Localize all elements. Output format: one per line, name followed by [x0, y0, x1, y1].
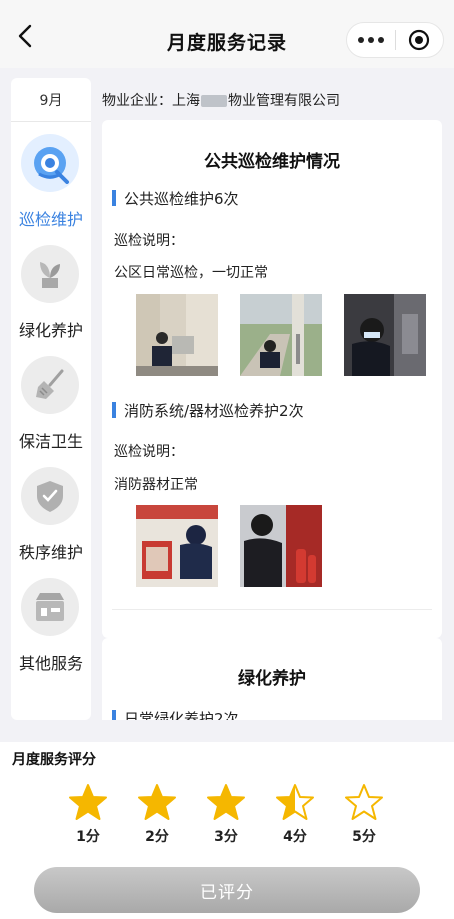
star-5-icon[interactable] [344, 782, 384, 822]
rating-title: 月度服务评分 [12, 752, 96, 768]
star-1-icon[interactable] [68, 782, 108, 822]
sidebar-item-label: 其他服务 [18, 654, 83, 673]
section-heading: 日常绿化养护2次 [112, 708, 239, 720]
store-icon [21, 578, 79, 636]
note-text: 公区日常巡检，一切正常 [114, 265, 268, 281]
redacted-text [201, 95, 227, 107]
sidebar-item-other[interactable]: 其他服务 [11, 578, 91, 688]
star-label: 1分 [76, 829, 100, 845]
sidebar-item-label: 秩序维护 [18, 543, 83, 562]
rated-button[interactable]: 已评分 [34, 867, 420, 913]
fire-equipment-photo[interactable] [240, 505, 322, 587]
section-heading: 消防系统/器材巡检养护2次 [112, 400, 304, 421]
section-heading: 公共巡检维护6次 [112, 188, 239, 209]
shield-icon [21, 467, 79, 525]
inspection-photo[interactable] [136, 294, 218, 376]
sidebar-item-label: 巡检维护 [18, 210, 83, 229]
company-line: 物业企业：上海 物业管理有限公司 [102, 90, 340, 110]
sidebar-item-inspection[interactable]: 巡检维护 [11, 134, 91, 244]
sidebar-item-label: 绿化养护 [18, 321, 83, 340]
more-options-icon[interactable] [347, 37, 395, 43]
close-target-icon[interactable] [395, 29, 443, 51]
nav-bar: 月度服务记录 [0, 0, 454, 68]
star-label: 2分 [145, 829, 169, 845]
mini-program-capsule [346, 22, 444, 58]
inspection-photo[interactable] [240, 294, 322, 376]
company-suffix: 物业管理有限公司 [228, 93, 340, 109]
section-divider [112, 609, 432, 610]
note-label: 巡检说明： [114, 444, 184, 460]
inspection-icon [21, 134, 79, 192]
note-text: 消防器材正常 [114, 477, 198, 493]
star-label: 3分 [214, 829, 238, 845]
sidebar-item-greening[interactable]: 绿化养护 [11, 245, 91, 355]
inspection-card: 公共巡检维护情况 公共巡检维护6次 巡检说明： 公区日常巡检，一切正常 消防系统… [102, 120, 442, 638]
record-content[interactable]: 公共巡检维护情况 公共巡检维护6次 巡检说明： 公区日常巡检，一切正常 消防系统… [102, 120, 442, 720]
sidebar-item-cleaning[interactable]: 保洁卫生 [11, 356, 91, 466]
card-title: 绿化养护 [238, 669, 306, 689]
star-2-icon[interactable] [137, 782, 177, 822]
star-label: 4分 [283, 829, 307, 845]
company-label: 物业企业：上海 [102, 93, 200, 109]
sidebar-item-label: 保洁卫生 [18, 432, 83, 451]
broom-icon [21, 356, 79, 414]
inspection-photo[interactable] [344, 294, 426, 376]
month-selector[interactable]: 9月 [11, 78, 91, 122]
star-label: 5分 [352, 829, 376, 845]
greening-card: 绿化养护 日常绿化养护2次 [102, 638, 442, 720]
plant-icon [21, 245, 79, 303]
monthly-rating-panel: 月度服务评分 1分 2分 3分 4分 5分 已评分 [0, 742, 454, 919]
sidebar-item-order[interactable]: 秩序维护 [11, 467, 91, 577]
card-title: 公共巡检维护情况 [204, 152, 340, 172]
note-label: 巡检说明： [114, 233, 184, 249]
fire-equipment-photo[interactable] [136, 505, 218, 587]
star-3-icon[interactable] [206, 782, 246, 822]
category-sidebar: 9月 巡检维护 绿化养护 保洁卫生 秩序维护 其他服务 [11, 78, 91, 720]
star-4-icon[interactable] [275, 782, 315, 822]
